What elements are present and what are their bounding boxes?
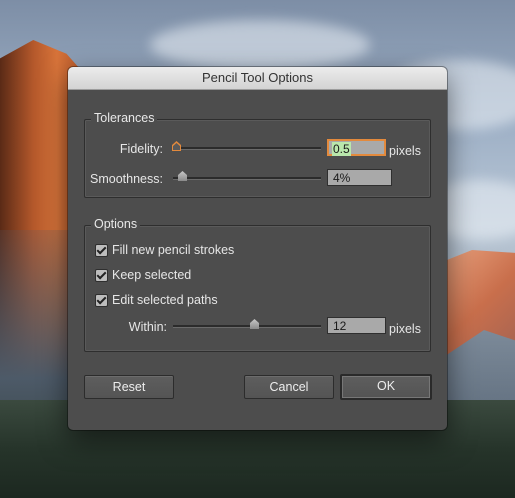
smoothness-slider-track[interactable] (173, 177, 321, 180)
within-slider-track[interactable] (173, 325, 321, 328)
smoothness-input[interactable]: 4% (327, 169, 392, 186)
within-slider-thumb[interactable] (250, 319, 259, 329)
smoothness-slider-thumb[interactable] (178, 171, 187, 181)
pencil-tool-options-dialog: Pencil Tool Options Tolerances Fidelity:… (68, 67, 447, 430)
checkbox-checked-icon[interactable] (95, 269, 108, 282)
within-label: Within: (128, 320, 167, 334)
fidelity-value-selection: 0.5 (332, 142, 351, 156)
fidelity-label: Fidelity: (119, 142, 163, 156)
fidelity-slider-track[interactable] (173, 147, 321, 150)
fill-new-pencil-strokes-label[interactable]: Fill new pencil strokes (112, 243, 234, 257)
fidelity-input[interactable]: 0.5 (327, 139, 386, 156)
cloud (150, 20, 370, 70)
edit-selected-paths-label[interactable]: Edit selected paths (112, 293, 218, 307)
fidelity-unit: pixels (389, 144, 421, 158)
keep-selected-label[interactable]: Keep selected (112, 268, 191, 282)
checkbox-checked-icon[interactable] (95, 294, 108, 307)
options-group: Options Fill new pencil strokes Keep sel… (84, 217, 431, 352)
reset-button[interactable]: Reset (84, 375, 174, 399)
cancel-button[interactable]: Cancel (244, 375, 334, 399)
fidelity-slider-thumb[interactable] (172, 141, 181, 151)
dialog-title[interactable]: Pencil Tool Options (68, 67, 447, 90)
within-unit: pixels (389, 322, 421, 336)
ok-button[interactable]: OK (340, 374, 432, 400)
checkbox-checked-icon[interactable] (95, 244, 108, 257)
within-input[interactable]: 12 (327, 317, 386, 334)
tolerances-group: Tolerances Fidelity: 0.5 pixels Smoothne… (84, 111, 431, 198)
smoothness-label: Smoothness: (90, 172, 163, 186)
tolerances-group-title: Tolerances (91, 111, 158, 125)
options-group-title: Options (91, 217, 141, 231)
